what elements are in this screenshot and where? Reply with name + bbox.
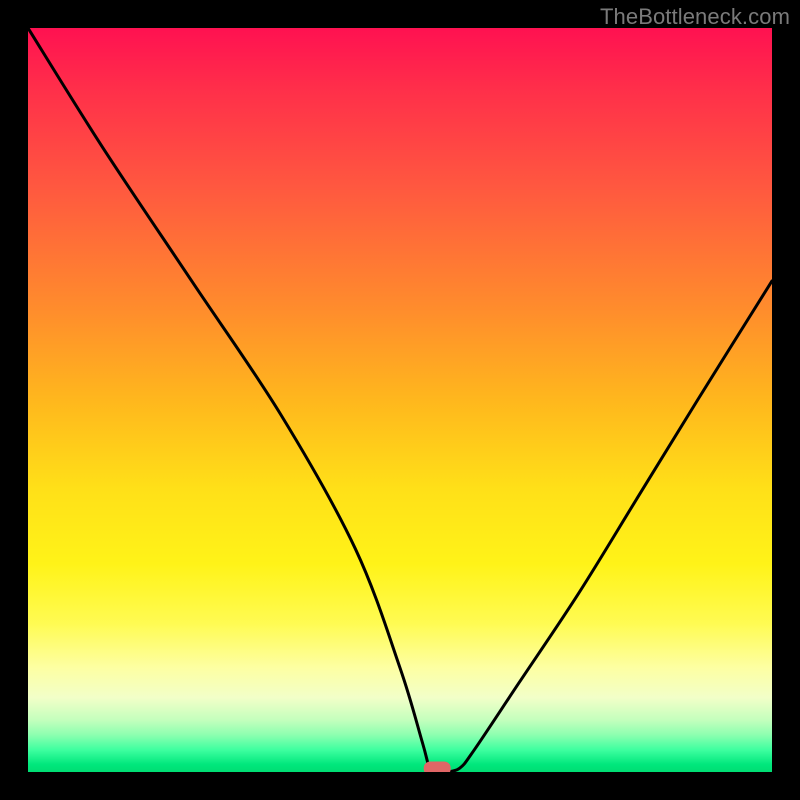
chart-frame: TheBottleneck.com [0,0,800,800]
watermark-text: TheBottleneck.com [600,4,790,30]
minimum-marker [424,762,450,772]
plot-area [28,28,772,772]
curve-layer [28,28,772,772]
bottleneck-curve [28,28,772,772]
